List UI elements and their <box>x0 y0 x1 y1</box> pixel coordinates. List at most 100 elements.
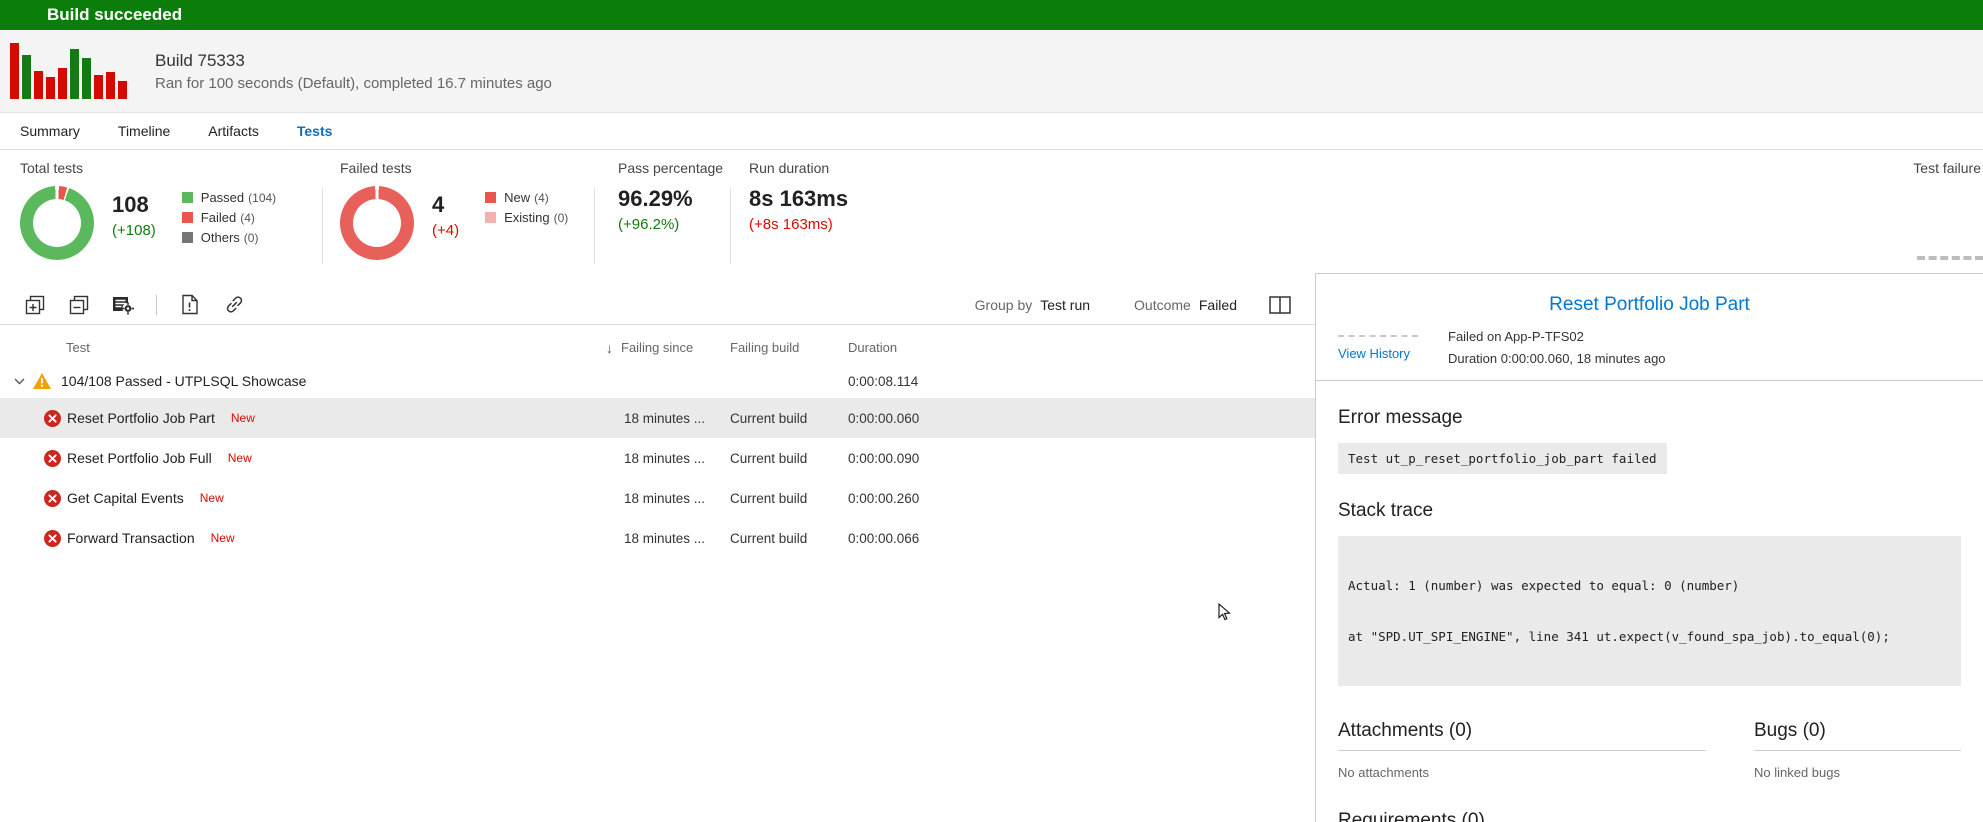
sort-desc-icon[interactable]: ↓ <box>606 340 613 356</box>
col-failing-since[interactable]: Failing since <box>621 340 693 355</box>
group-row-title: 104/108 Passed - UTPLSQL Showcase <box>61 373 306 389</box>
mouse-cursor <box>1218 603 1233 627</box>
legend-new-label: New <box>504 190 530 205</box>
legend-existing-swatch <box>485 212 496 223</box>
build-history-chart-icon <box>10 43 127 99</box>
test-name: Forward Transaction <box>67 530 195 546</box>
detail-divider <box>1316 380 1983 381</box>
col-duration[interactable]: Duration <box>848 340 897 355</box>
column-options-icon[interactable] <box>112 294 134 316</box>
failing-since-cell: 18 minutes ... <box>600 531 730 546</box>
failed-tests-donut-chart <box>340 186 414 260</box>
group-by-dropdown[interactable]: Test run <box>1040 297 1090 313</box>
failed-tests-legend: New (4) Existing (0) <box>485 190 568 230</box>
tab-summary[interactable]: Summary <box>20 123 80 139</box>
results-table-header: Test ↓ Failing since Failing build Durat… <box>0 331 1315 364</box>
view-history-link[interactable]: View History <box>1338 346 1434 361</box>
new-badge: New <box>211 531 235 545</box>
toolbar-divider <box>156 295 157 315</box>
group-row-duration: 0:00:08.114 <box>848 374 968 389</box>
stat-total-title: Total tests <box>20 160 322 176</box>
requirements-section: Requirements (0) No linked requirements <box>1338 810 1706 822</box>
attachments-section: Attachments (0) No attachments <box>1338 720 1706 780</box>
collapse-all-icon[interactable] <box>68 294 90 316</box>
test-row[interactable]: Forward Transaction New 18 minutes ... C… <box>0 518 1315 558</box>
stat-total-tests: Total tests 108 (+108) Passed(104) Faile… <box>20 150 322 272</box>
bugs-empty-text: No linked bugs <box>1754 765 1961 780</box>
expand-all-icon[interactable] <box>24 294 46 316</box>
col-failing-build[interactable]: Failing build <box>730 340 799 355</box>
bugs-heading: Bugs (0) <box>1754 720 1961 751</box>
stack-trace-line: at "SPD.UT_SPI_ENGINE", line 341 ut.expe… <box>1348 628 1951 645</box>
new-badge: New <box>231 411 255 425</box>
failed-test-icon <box>44 490 61 507</box>
stack-trace-heading: Stack trace <box>1338 500 1961 522</box>
failing-build-cell[interactable]: Current build <box>730 491 848 506</box>
requirements-heading: Requirements (0) <box>1338 810 1706 822</box>
duration-cell: 0:00:00.260 <box>848 491 968 506</box>
chevron-down-icon[interactable] <box>14 378 28 385</box>
test-failure-column-label: Test failure <box>1913 160 1981 176</box>
test-row[interactable]: Get Capital Events New 18 minutes ... Cu… <box>0 478 1315 518</box>
tab-timeline[interactable]: Timeline <box>118 123 170 139</box>
test-stats-strip: Total tests 108 (+108) Passed(104) Faile… <box>0 150 1983 272</box>
detail-duration-text: Duration 0:00:00.060, 18 minutes ago <box>1448 348 1666 370</box>
test-row[interactable]: Reset Portfolio Job Part New 18 minutes … <box>0 398 1315 438</box>
legend-new-count: (4) <box>534 191 549 205</box>
detail-meta: View History Failed on App-P-TFS02 Durat… <box>1338 326 1961 370</box>
error-details-doc-icon[interactable] <box>179 294 201 316</box>
build-title: Build 75333 <box>155 51 552 71</box>
failed-on-text: Failed on App-P-TFS02 <box>1448 326 1666 348</box>
stat-run-duration: Run duration 8s 163ms (+8s 163ms) <box>730 150 950 272</box>
failing-build-cell[interactable]: Current build <box>730 411 848 426</box>
stack-trace-text: Actual: 1 (number) was expected to equal… <box>1338 536 1961 686</box>
failed-test-icon <box>44 450 61 467</box>
run-duration-delta: (+8s 163ms) <box>749 216 950 233</box>
test-run-group-row[interactable]: 104/108 Passed - UTPLSQL Showcase 0:00:0… <box>0 364 1315 398</box>
attachments-heading: Attachments (0) <box>1338 720 1706 751</box>
legend-others-swatch <box>182 232 193 243</box>
failing-since-cell: 18 minutes ... <box>600 411 730 426</box>
test-failure-trend-placeholder <box>1917 256 1983 260</box>
legend-passed-count: (104) <box>248 191 276 205</box>
legend-existing-count: (0) <box>554 211 569 225</box>
copy-link-icon[interactable] <box>223 294 245 316</box>
test-name: Reset Portfolio Job Full <box>67 450 212 466</box>
attachments-empty-text: No attachments <box>1338 765 1706 780</box>
legend-new-swatch <box>485 192 496 203</box>
tab-artifacts[interactable]: Artifacts <box>208 123 259 139</box>
stat-pass-percentage: Pass percentage 96.29% (+96.2%) <box>594 150 730 272</box>
legend-passed-swatch <box>182 192 193 203</box>
pass-pct-title: Pass percentage <box>618 160 730 176</box>
build-status-banner: Build succeeded <box>0 0 1983 30</box>
duration-cell: 0:00:00.066 <box>848 531 968 546</box>
new-badge: New <box>228 451 252 465</box>
total-tests-value: 108 <box>112 192 156 218</box>
legend-passed-label: Passed <box>201 190 244 205</box>
test-results-pane: Group by Test run Outcome Failed Test ↓ … <box>0 273 1315 822</box>
build-tabs: Summary Timeline Artifacts Tests <box>0 113 1983 150</box>
legend-failed-swatch <box>182 212 193 223</box>
test-detail-pane: Reset Portfolio Job Part View History Fa… <box>1315 273 1983 822</box>
history-sparkline-placeholder <box>1338 335 1418 337</box>
failing-since-cell: 18 minutes ... <box>600 451 730 466</box>
failed-tests-delta: (+4) <box>432 222 459 239</box>
run-duration-title: Run duration <box>749 160 950 176</box>
toggle-details-pane-icon[interactable] <box>1269 294 1291 316</box>
failing-build-cell[interactable]: Current build <box>730 531 848 546</box>
failed-tests-value: 4 <box>432 192 459 218</box>
failing-build-cell[interactable]: Current build <box>730 451 848 466</box>
tab-tests[interactable]: Tests <box>297 123 333 139</box>
legend-failed-count: (4) <box>240 211 255 225</box>
stack-trace-line: Actual: 1 (number) was expected to equal… <box>1348 577 1951 594</box>
main-split: Group by Test run Outcome Failed Test ↓ … <box>0 273 1983 822</box>
outcome-dropdown[interactable]: Failed <box>1199 297 1237 313</box>
run-duration-value: 8s 163ms <box>749 186 950 212</box>
outcome-label: Outcome <box>1134 297 1191 313</box>
total-tests-donut-chart <box>20 186 94 260</box>
legend-existing-label: Existing <box>504 210 550 225</box>
failing-since-cell: 18 minutes ... <box>600 491 730 506</box>
build-tests-page: { "banner": { "status": "Build succeeded… <box>0 0 1983 822</box>
test-row[interactable]: Reset Portfolio Job Full New 18 minutes … <box>0 438 1315 478</box>
col-test[interactable]: Test <box>66 340 90 355</box>
